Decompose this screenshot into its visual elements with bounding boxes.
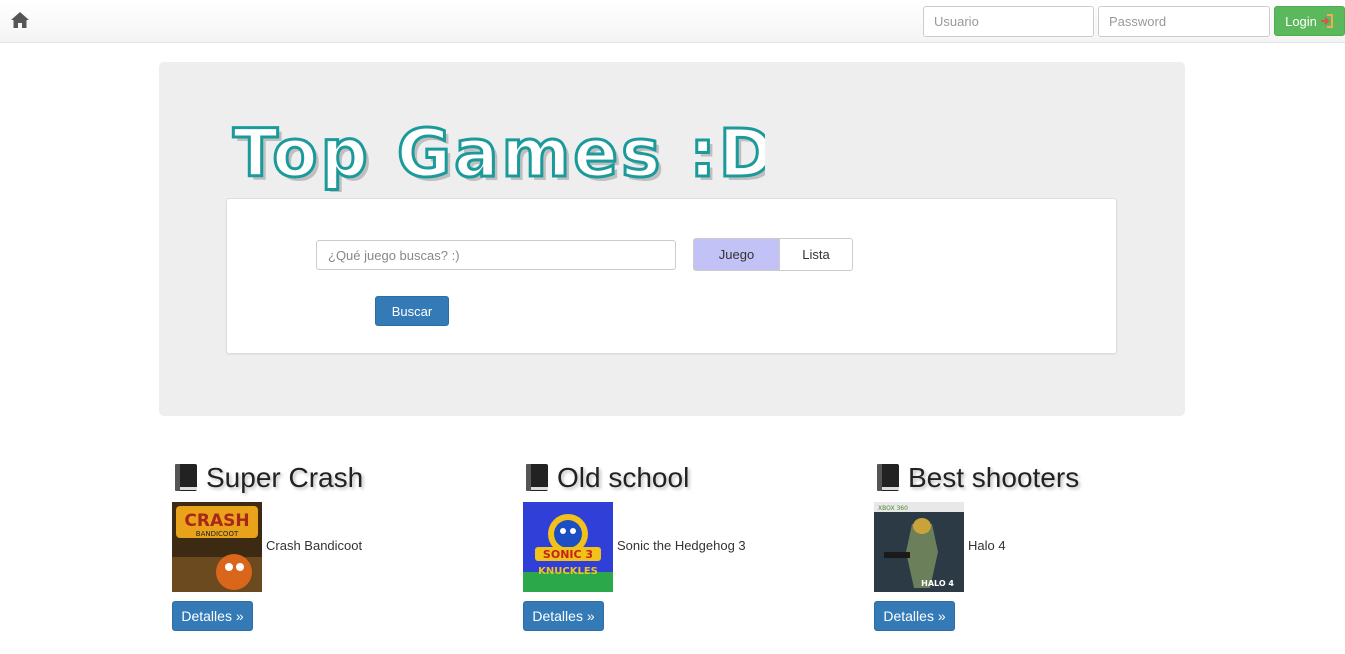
search-button[interactable]: Buscar [375,296,449,326]
details-button[interactable]: Detalles » [874,601,955,631]
svg-text:CRASH: CRASH [184,511,249,531]
toggle-juego-button[interactable]: Juego [693,238,780,271]
svg-text:XBOX 360: XBOX 360 [878,505,908,512]
top-navbar: Login [0,0,1345,43]
svg-text:KNUCKLES: KNUCKLES [538,566,598,577]
details-button[interactable]: Detalles » [172,601,253,631]
sonic-3-cover[interactable]: SONIC 3 KNUCKLES [523,502,613,592]
site-logo: Top Games :D Top Games :D [232,114,766,193]
svg-text:BANDICOOT: BANDICOOT [196,530,239,538]
list-title: Old school [557,462,690,493]
game-name[interactable]: Crash Bandicoot [266,538,362,553]
book-icon [526,464,548,491]
details-button[interactable]: Detalles » [523,601,604,631]
svg-text:HALO 4: HALO 4 [921,579,954,588]
home-icon[interactable] [10,10,30,30]
username-input[interactable] [923,6,1094,37]
login-button-label: Login [1285,13,1317,29]
list-card-old-school: Old school SONIC 3 KNUCKLES Sonic the He… [523,458,853,638]
game-name[interactable]: Halo 4 [968,538,1006,553]
list-title: Super Crash [206,462,364,493]
list-header: Old school [523,458,689,498]
list-title: Best shooters [908,462,1080,493]
svg-text:SONIC 3: SONIC 3 [543,548,593,561]
book-icon [175,464,197,491]
halo-4-cover[interactable]: XBOX 360 HALO 4 [874,502,964,592]
svg-text:Top Games :D: Top Games :D [233,115,765,192]
list-card-super-crash: Super Crash CRASH BANDICOOT Crash Bandic… [172,458,502,638]
crash-bandicoot-cover[interactable]: CRASH BANDICOOT [172,502,262,592]
sign-in-icon [1320,14,1333,28]
login-button[interactable]: Login [1274,6,1345,36]
game-name[interactable]: Sonic the Hedgehog 3 [617,538,746,553]
game-search-input[interactable] [316,240,676,270]
password-input[interactable] [1098,6,1270,37]
list-header: Super Crash [172,458,363,498]
toggle-lista-button[interactable]: Lista [779,238,853,271]
list-card-best-shooters: Best shooters XBOX 360 HALO 4 Halo 4 Det… [874,458,1204,638]
book-icon [877,464,899,491]
list-header: Best shooters [874,458,1079,498]
search-panel [226,198,1117,354]
